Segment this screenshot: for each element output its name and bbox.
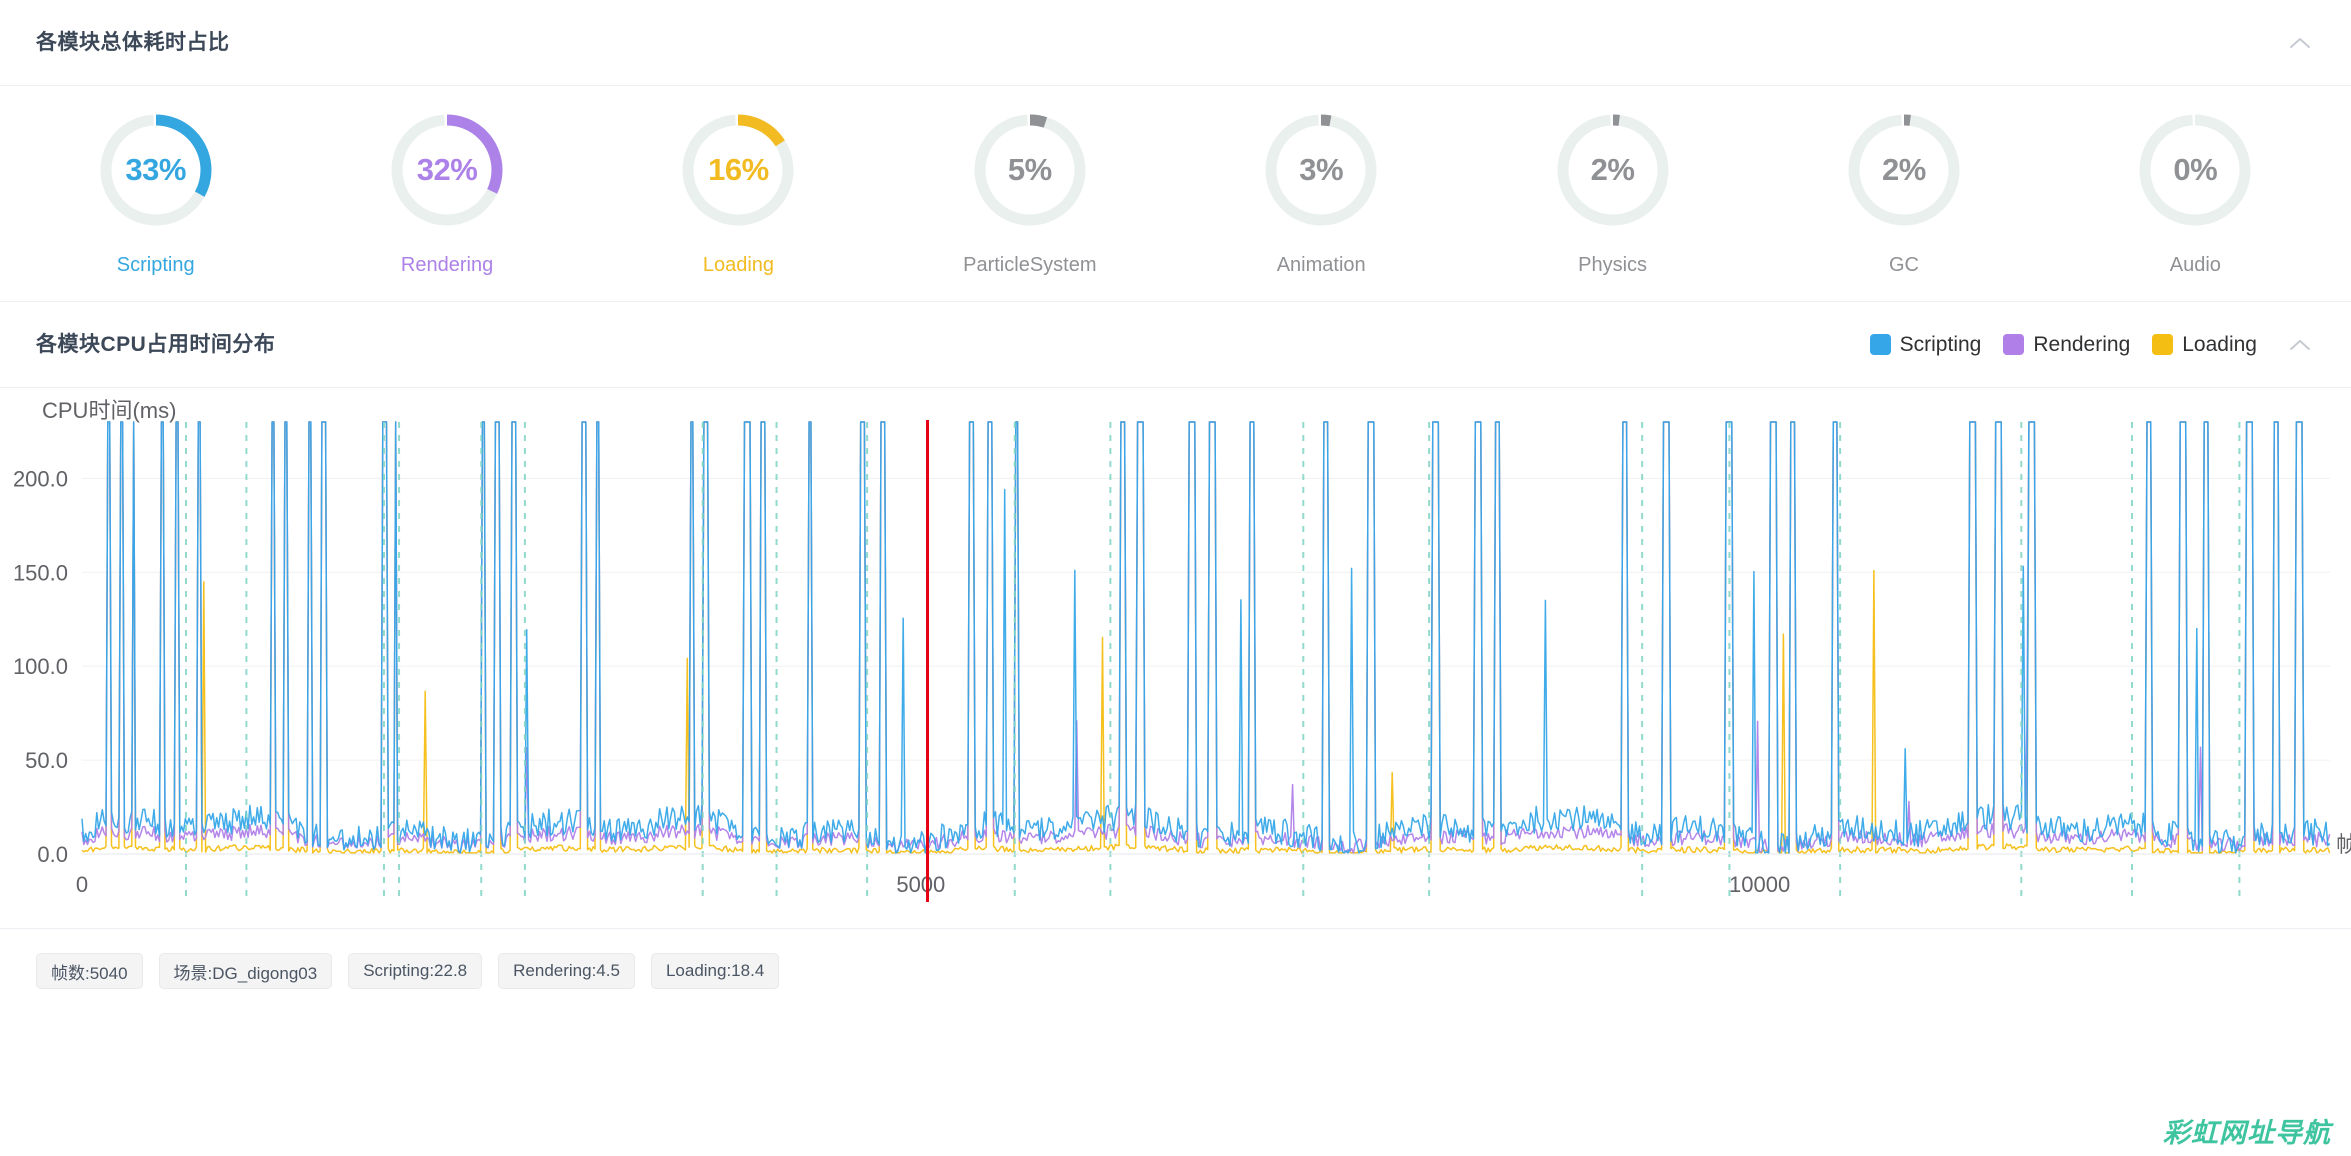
legend-label: Scripting	[1899, 333, 1982, 356]
cpu-time-chart-canvas[interactable]: 0.0 50.0 100.0 150.0 200.0 CPU时间(ms) 0 5000 1000…	[0, 388, 2351, 928]
donut-percent-value: 16%	[708, 152, 769, 187]
module-share-title: 各模块总体耗时占比	[36, 31, 230, 54]
donut-section: 33% Scripting 32% Rendering 16% Loading 5% Part…	[0, 86, 2351, 302]
donut-percent-value: 33%	[125, 152, 186, 187]
cpu-time-header: 各模块CPU占用时间分布 Scripting Rendering Loading	[0, 302, 2351, 388]
module-donut-animation[interactable]: 3% Animation	[1221, 108, 1421, 275]
donut-percent-value: 32%	[416, 152, 478, 187]
cpu-time-header-right: Scripting Rendering Loading	[1869, 328, 2317, 362]
cpu-time-chart[interactable]: 0.0 50.0 100.0 150.0 200.0 CPU时间(ms) 0 5000 1000…	[0, 388, 2351, 928]
donut-percent-value: 5%	[1007, 152, 1052, 187]
y-axis-tick-label: 150.0	[13, 560, 68, 585]
chevron-up-icon[interactable]	[2283, 328, 2317, 362]
donut-ring: 16%	[676, 108, 800, 232]
donut-label: Loading	[702, 254, 775, 276]
module-donut-scripting[interactable]: 33% Scripting	[56, 108, 256, 275]
donut-label: Audio	[2169, 254, 2221, 276]
module-share-panel: 各模块总体耗时占比 33% Scripting 32% Rendering 16% Loa…	[0, 0, 2351, 302]
donut-ring: 2%	[1551, 108, 1675, 232]
donut-label: ParticleSystem	[963, 254, 1097, 276]
status-chip-scene: 场景:DG_digong03	[158, 953, 333, 989]
donut-percent-value: 3%	[1299, 152, 1344, 187]
site-watermark: 彩虹网址导航	[2163, 1118, 2331, 1148]
donut-ring: 5%	[968, 108, 1092, 232]
donut-percent-value: 0%	[2173, 152, 2218, 187]
donut-ring: 32%	[385, 108, 509, 232]
status-chip-rendering: Rendering:4.5	[498, 953, 635, 989]
x-axis-tick-label: 5000	[896, 872, 945, 897]
module-donut-rendering[interactable]: 32% Rendering	[347, 108, 547, 275]
status-chip-scripting: Scripting:22.8	[348, 953, 483, 989]
y-axis-tick-label: 50.0	[25, 748, 68, 773]
module-donut-particlesystem[interactable]: 5% ParticleSystem	[930, 108, 1130, 275]
module-donut-loading[interactable]: 16% Loading	[638, 108, 838, 275]
module-donut-row: 33% Scripting 32% Rendering 16% Loading 5% Part…	[0, 108, 2351, 275]
legend-swatch-icon	[1869, 334, 1891, 355]
legend-label: Rendering	[2033, 333, 2131, 356]
donut-percent-value: 2%	[1882, 152, 1926, 187]
chart-legend: Scripting Rendering Loading	[1869, 333, 2257, 356]
legend-swatch-icon	[2003, 334, 2025, 355]
module-share-header: 各模块总体耗时占比	[0, 0, 2351, 86]
module-donut-audio[interactable]: 0% Audio	[2095, 108, 2295, 275]
profiler-page: 各模块总体耗时占比 33% Scripting 32% Rendering 16% Loa…	[0, 0, 2351, 1156]
x-axis-title: 帧数	[2336, 832, 2351, 857]
status-chip-loading: Loading:18.4	[650, 953, 780, 989]
donut-label: Rendering	[400, 254, 494, 276]
donut-label: Scripting	[116, 254, 195, 276]
donut-label: Animation	[1276, 254, 1366, 276]
donut-percent-value: 2%	[1590, 152, 1635, 187]
legend-swatch-icon	[2152, 334, 2174, 355]
status-chip-frame: 帧数:5040	[36, 953, 143, 989]
donut-label: GC	[1888, 254, 1919, 276]
donut-ring: 2%	[1842, 108, 1966, 232]
donut-label: Physics	[1578, 254, 1648, 276]
y-axis-title: CPU时间(ms)	[42, 398, 176, 423]
y-axis-tick-label: 100.0	[13, 654, 68, 679]
module-donut-gc[interactable]: 2% GC	[1804, 108, 2004, 275]
cpu-time-panel: 各模块CPU占用时间分布 Scripting Rendering Loading 0…	[0, 302, 2351, 929]
legend-item-rendering[interactable]: Rendering	[2003, 334, 2130, 355]
donut-ring: 0%	[2133, 108, 2257, 232]
donut-ring: 33%	[94, 108, 218, 232]
x-axis-tick-label: 0	[76, 872, 88, 897]
module-donut-physics[interactable]: 2% Physics	[1513, 108, 1713, 275]
cpu-time-title: 各模块CPU占用时间分布	[36, 333, 276, 356]
y-axis-tick-label: 200.0	[13, 466, 68, 491]
donut-ring: 3%	[1259, 108, 1383, 232]
legend-label: Loading	[2182, 333, 2257, 356]
legend-item-scripting[interactable]: Scripting	[1869, 333, 1982, 356]
legend-item-loading[interactable]: Loading	[2152, 334, 2257, 355]
y-axis-tick-label: 0.0	[37, 842, 68, 867]
status-chips-row: 帧数:5040 场景:DG_digong03 Scripting:22.8 Rende…	[0, 929, 2351, 989]
x-axis-tick-label: 10000	[1729, 872, 1790, 897]
chevron-up-icon[interactable]	[2283, 26, 2317, 60]
